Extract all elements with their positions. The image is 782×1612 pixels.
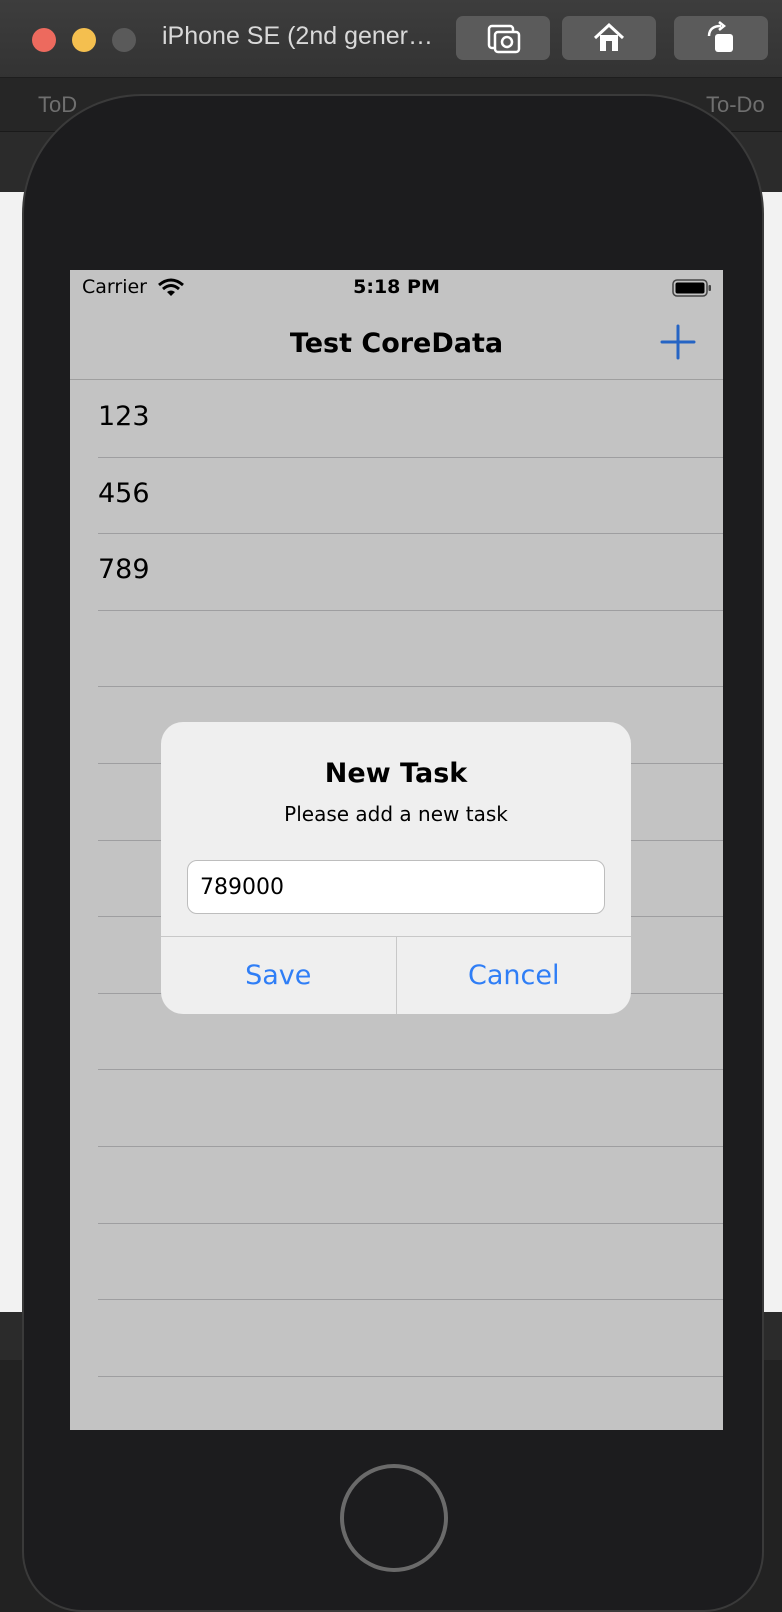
home-button-toolbar[interactable]	[562, 16, 656, 60]
breadcrumb-item: ToD	[38, 92, 78, 117]
save-button[interactable]: Save	[161, 937, 396, 1014]
home-icon	[593, 22, 625, 51]
new-task-alert: New Task Please add a new task Save Canc…	[161, 722, 631, 1014]
task-input[interactable]	[187, 860, 605, 914]
device-home-button[interactable]	[340, 1464, 448, 1572]
screenshot-icon	[487, 24, 521, 54]
cancel-button[interactable]: Cancel	[395, 937, 632, 1014]
alert-message: Please add a new task	[284, 802, 508, 826]
alert-title: New Task	[324, 758, 468, 789]
alert-actions: Save Cancel	[161, 936, 631, 1014]
window-zoom-button[interactable]	[112, 28, 136, 52]
iphone-screen: Carrier 5:18 PM Test CoreData 123 456 78…	[70, 270, 723, 1430]
simulator-titlebar: iPhone SE (2nd gener…	[0, 0, 782, 78]
breadcrumb-item: To-Do	[706, 92, 765, 117]
window-close-button[interactable]	[32, 28, 56, 52]
screenshot-button[interactable]	[456, 16, 550, 60]
rotate-button[interactable]	[674, 16, 768, 60]
window-minimize-button[interactable]	[72, 28, 96, 52]
rotate-icon	[707, 21, 733, 52]
window-title: iPhone SE (2nd gener…	[162, 22, 434, 50]
